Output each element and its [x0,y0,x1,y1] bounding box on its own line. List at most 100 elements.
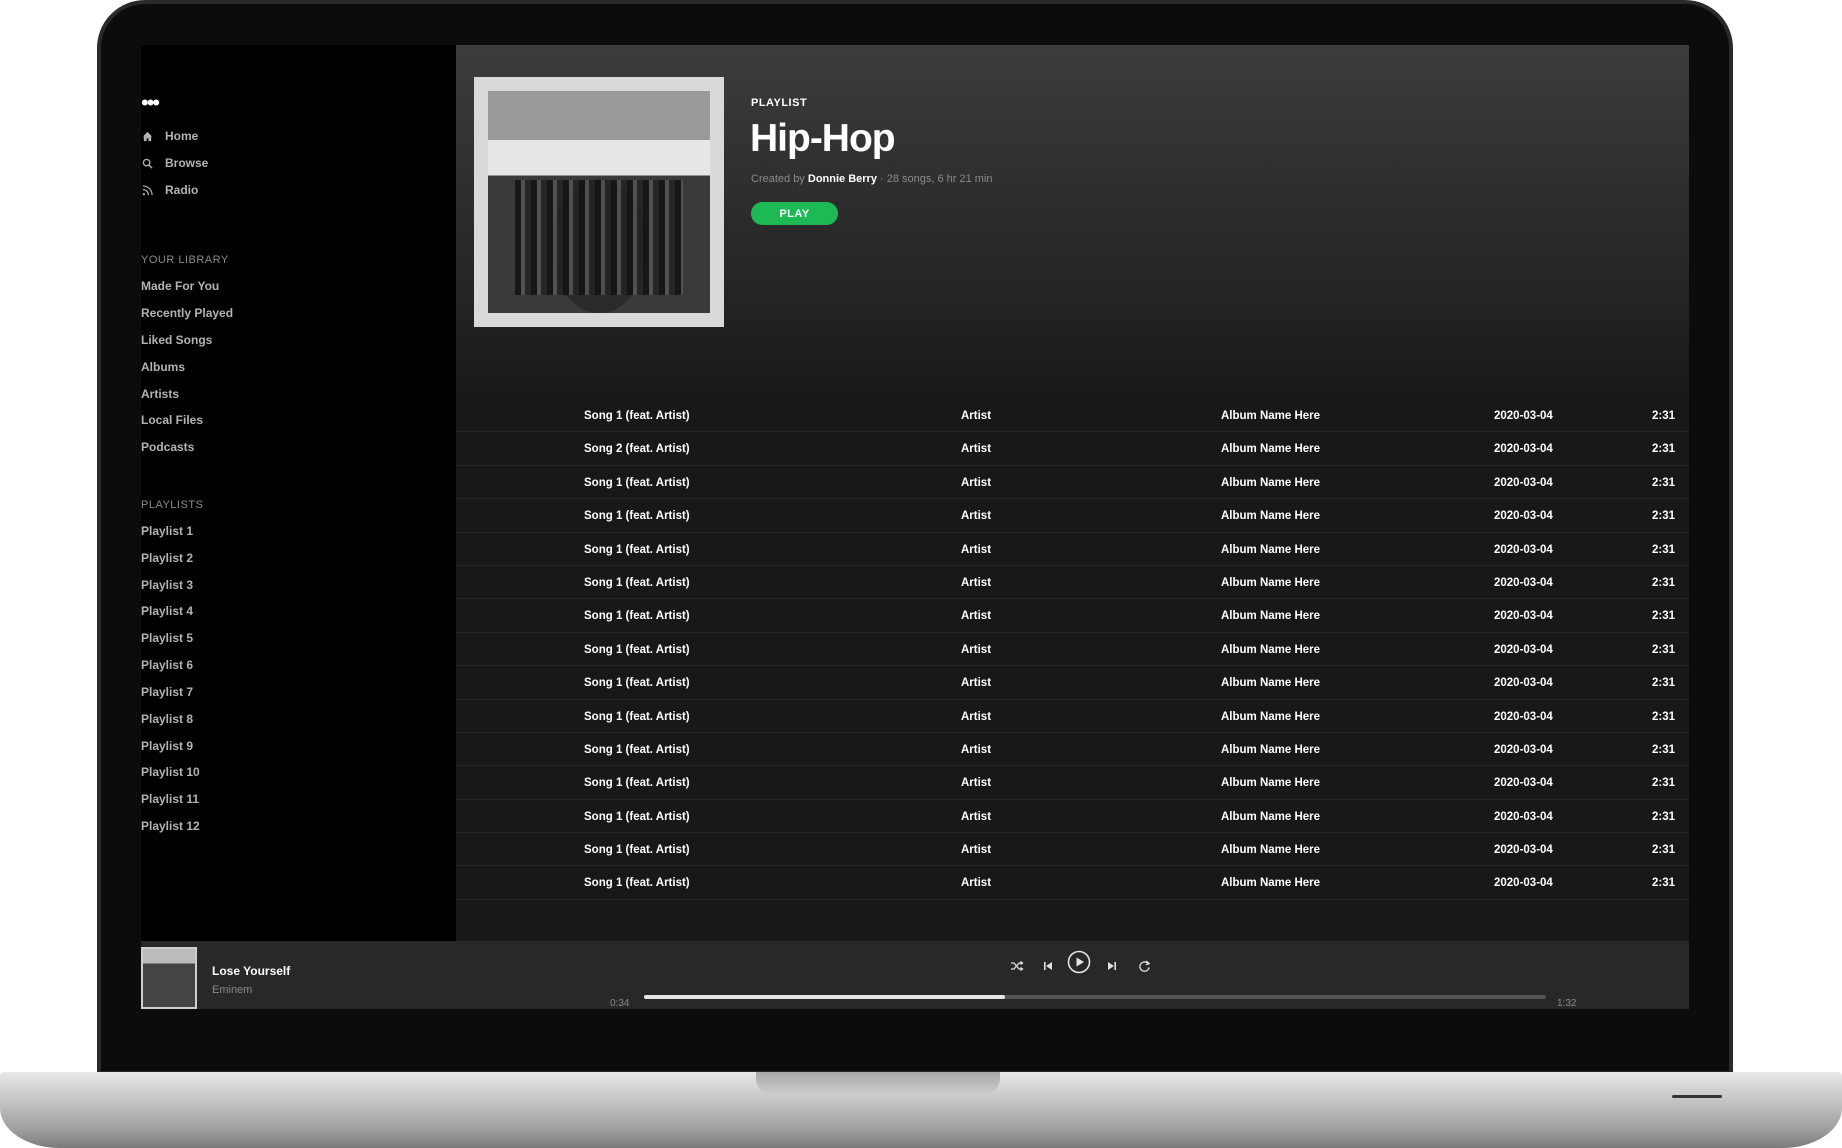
track-artist[interactable]: Artist [961,711,991,723]
track-artist[interactable]: Artist [961,777,991,789]
track-date-added: 2020-03-04 [1494,543,1553,556]
sidebar-playlist-item[interactable]: Playlist 7 [141,685,193,699]
track-album[interactable]: Album Name Here [1221,477,1320,489]
track-artist[interactable]: Artist [961,443,991,455]
track-title[interactable]: Song 1 (feat. Artist) [584,644,690,656]
play-icon[interactable] [1066,949,1092,975]
library-liked-songs[interactable]: Liked Songs [141,333,212,347]
track-album[interactable]: Album Name Here [1221,877,1320,889]
library-local-files[interactable]: Local Files [141,413,203,427]
track-artist[interactable]: Artist [961,844,991,856]
sidebar-playlist-item[interactable]: Playlist 12 [141,819,200,833]
sidebar-playlist-item[interactable]: Playlist 3 [141,578,193,592]
track-artist[interactable]: Artist [961,577,991,589]
play-button[interactable]: PLAY [751,202,838,225]
track-album[interactable]: Album Name Here [1221,577,1320,589]
track-artist[interactable]: Artist [961,644,991,656]
now-playing-artist[interactable]: Eminem [212,984,252,996]
track-date-added: 2020-03-04 [1494,576,1553,589]
shuffle-icon[interactable] [1006,955,1028,977]
track-title[interactable]: Song 1 (feat. Artist) [584,410,690,422]
library-albums[interactable]: Albums [141,360,185,374]
track-artist[interactable]: Artist [961,610,991,622]
repeat-icon[interactable] [1133,955,1155,977]
library-made-for-you[interactable]: Made For You [141,279,219,293]
sidebar-playlist-item[interactable]: Playlist 10 [141,765,200,779]
table-row[interactable]: Song 1 (feat. Artist) Artist Album Name He… [456,866,1689,900]
track-album[interactable]: Album Name Here [1221,777,1320,789]
track-album[interactable]: Album Name Here [1221,744,1320,756]
track-title[interactable]: Song 1 (feat. Artist) [584,844,690,856]
table-row[interactable]: Song 1 (feat. Artist) Artist Album Name He… [456,733,1689,767]
table-row[interactable]: Song 1 (feat. Artist) Artist Album Name He… [456,533,1689,566]
track-album[interactable]: Album Name Here [1221,844,1320,856]
track-title[interactable]: Song 1 (feat. Artist) [584,477,690,489]
progress-bar[interactable] [644,995,1546,999]
playlist-owner-link[interactable]: Donnie Berry [808,173,877,185]
laptop-indicator [1672,1095,1722,1098]
track-album[interactable]: Album Name Here [1221,510,1320,522]
table-row[interactable]: Song 1 (feat. Artist) Artist Album Name He… [456,599,1689,633]
track-date-added: 2020-03-04 [1494,844,1553,857]
track-album[interactable]: Album Name Here [1221,443,1320,455]
track-artist[interactable]: Artist [961,677,991,689]
table-row[interactable]: Song 1 (feat. Artist) Artist Album Name He… [456,399,1689,433]
table-row[interactable]: Song 1 (feat. Artist) Artist Album Name He… [456,499,1689,533]
next-icon[interactable] [1101,955,1123,977]
track-title[interactable]: Song 1 (feat. Artist) [584,544,690,556]
track-title[interactable]: Song 1 (feat. Artist) [584,711,690,723]
track-album[interactable]: Album Name Here [1221,644,1320,656]
track-artist[interactable]: Artist [961,544,991,556]
table-row[interactable]: Song 1 (feat. Artist) Artist Album Name He… [456,766,1689,800]
track-title[interactable]: Song 1 (feat. Artist) [584,577,690,589]
more-menu-icon[interactable]: ••• [141,92,160,114]
track-title[interactable]: Song 1 (feat. Artist) [584,811,690,823]
track-title[interactable]: Song 1 (feat. Artist) [584,677,690,689]
sidebar-playlist-item[interactable]: Playlist 1 [141,524,193,538]
previous-icon[interactable] [1037,955,1059,977]
track-album[interactable]: Album Name Here [1221,711,1320,723]
table-row[interactable]: Song 1 (feat. Artist) Artist Album Name He… [456,666,1689,700]
track-title[interactable]: Song 1 (feat. Artist) [584,610,690,622]
sidebar-playlist-item[interactable]: Playlist 8 [141,712,193,726]
progress-fill [644,995,1005,999]
track-title[interactable]: Song 1 (feat. Artist) [584,744,690,756]
library-podcasts[interactable]: Podcasts [141,440,194,454]
track-artist[interactable]: Artist [961,744,991,756]
now-playing-title[interactable]: Lose Yourself [212,964,290,978]
table-row[interactable]: Song 1 (feat. Artist) Artist Album Name He… [456,466,1689,500]
track-album[interactable]: Album Name Here [1221,610,1320,622]
table-row[interactable]: Song 1 (feat. Artist) Artist Album Name He… [456,833,1689,867]
track-title[interactable]: Song 1 (feat. Artist) [584,777,690,789]
track-duration: 2:31 [1651,810,1675,823]
track-artist[interactable]: Artist [961,811,991,823]
track-album[interactable]: Album Name Here [1221,410,1320,422]
nav-browse[interactable]: Browse [141,153,208,173]
track-album[interactable]: Album Name Here [1221,544,1320,556]
track-album[interactable]: Album Name Here [1221,677,1320,689]
track-title[interactable]: Song 1 (feat. Artist) [584,510,690,522]
table-row[interactable]: Song 1 (feat. Artist) Artist Album Name He… [456,800,1689,834]
now-playing-artwork[interactable] [141,947,197,1009]
table-row[interactable]: Song 2 (feat. Artist) Artist Album Name He… [456,432,1689,466]
sidebar-playlist-item[interactable]: Playlist 6 [141,658,193,672]
track-artist[interactable]: Artist [961,477,991,489]
nav-radio[interactable]: Radio [141,180,198,200]
track-artist[interactable]: Artist [961,510,991,522]
nav-home[interactable]: Home [141,126,198,146]
track-artist[interactable]: Artist [961,410,991,422]
library-artists[interactable]: Artists [141,387,179,401]
library-recently-played[interactable]: Recently Played [141,306,233,320]
track-album[interactable]: Album Name Here [1221,811,1320,823]
sidebar-playlist-item[interactable]: Playlist 2 [141,551,193,565]
sidebar-playlist-item[interactable]: Playlist 5 [141,631,193,645]
sidebar-playlist-item[interactable]: Playlist 9 [141,739,193,753]
track-title[interactable]: Song 2 (feat. Artist) [584,443,690,455]
table-row[interactable]: Song 1 (feat. Artist) Artist Album Name He… [456,700,1689,733]
table-row[interactable]: Song 1 (feat. Artist) Artist Album Name He… [456,633,1689,667]
track-artist[interactable]: Artist [961,877,991,889]
sidebar-playlist-item[interactable]: Playlist 11 [141,792,199,806]
track-title[interactable]: Song 1 (feat. Artist) [584,877,690,889]
sidebar-playlist-item[interactable]: Playlist 4 [141,604,193,618]
table-row[interactable]: Song 1 (feat. Artist) Artist Album Name He… [456,566,1689,600]
